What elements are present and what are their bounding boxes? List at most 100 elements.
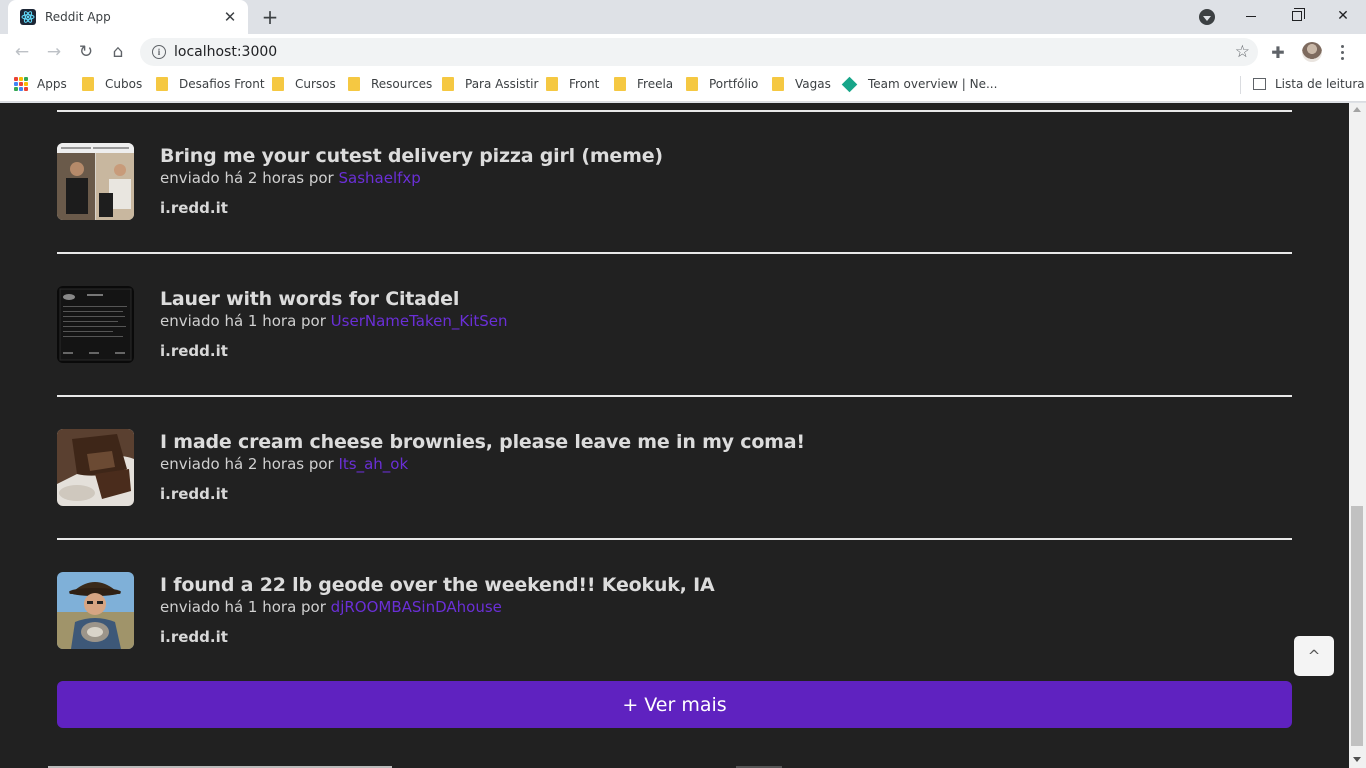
bookmark-label: Freela [637, 77, 674, 91]
bookmark-label: Portfólio [709, 77, 759, 91]
bookmark-folder[interactable]: Portfólio [686, 70, 758, 98]
extensions-puzzle-icon[interactable]: ✚ [1268, 42, 1288, 62]
post-domain: i.redd.it [160, 485, 228, 503]
post-author-link[interactable]: UserNameTaken_KitSen [331, 312, 508, 330]
folder-icon [772, 77, 784, 91]
bookmark-label: Cubos [105, 77, 143, 91]
see-more-button[interactable]: + Ver mais [57, 681, 1292, 728]
forward-arrow-icon[interactable]: → [40, 38, 68, 66]
more-menu-icon[interactable] [1334, 42, 1350, 62]
reload-icon[interactable]: ↻ [72, 38, 100, 66]
bookmark-folder[interactable]: Freela [614, 70, 673, 98]
scrollbar-thumb[interactable] [1351, 506, 1363, 746]
bookmark-label: Cursos [295, 77, 336, 91]
bookmarks-separator [1240, 76, 1241, 94]
post-meta: enviado há 1 hora por djROOMBASinDAhouse [160, 598, 502, 616]
post-title[interactable]: I found a 22 lb geode over the weekend!!… [160, 574, 715, 596]
post-meta: enviado há 2 horas por Its_ah_ok [160, 455, 408, 473]
post-divider [57, 110, 1292, 112]
bookmark-label: Resources [371, 77, 433, 91]
browser-toolbar: ← → ↻ ⌂ i localhost:3000 ☆ ✚ [0, 34, 1366, 70]
restore-icon [1292, 8, 1305, 21]
folder-icon [82, 77, 94, 91]
post-thumbnail[interactable] [57, 429, 134, 506]
close-window-button[interactable]: ✕ [1320, 0, 1366, 32]
close-tab-icon[interactable]: ✕ [222, 9, 238, 25]
post-domain: i.redd.it [160, 342, 228, 360]
post-title[interactable]: Bring me your cutest delivery pizza girl… [160, 145, 663, 167]
post-thumbnail[interactable] [57, 572, 134, 649]
post-divider [57, 252, 1292, 254]
reading-list-icon [1253, 78, 1266, 90]
diamond-icon [841, 76, 858, 92]
post-author-link[interactable]: Sashaelfxp [338, 169, 420, 187]
bookmark-label: Front [569, 77, 600, 91]
site-info-icon[interactable]: i [152, 45, 166, 59]
url-text: localhost:3000 [174, 44, 278, 60]
page-scrollbar[interactable] [1349, 103, 1366, 768]
minimize-button[interactable] [1228, 0, 1274, 32]
bookmark-folder[interactable]: Para Assistir [442, 70, 538, 98]
tab-strip: Reddit App ✕ + ✕ [0, 0, 1366, 34]
post-meta-prefix: enviado há 1 hora por [160, 312, 331, 330]
profile-avatar[interactable] [1302, 42, 1322, 62]
bookmark-label: Para Assistir [465, 77, 539, 91]
restore-button[interactable] [1274, 0, 1320, 32]
bookmark-star-icon[interactable]: ☆ [1235, 42, 1250, 62]
folder-icon [348, 77, 360, 91]
post-meta: enviado há 1 hora por UserNameTaken_KitS… [160, 312, 508, 330]
post-item[interactable]: Lauer with words for Citadel enviado há … [57, 286, 1292, 366]
bookmarks-bar: Apps Cubos Desafios Front Cursos Resourc… [0, 70, 1366, 102]
folder-icon [614, 77, 626, 91]
post-author-link[interactable]: Its_ah_ok [338, 455, 408, 473]
home-icon[interactable]: ⌂ [104, 38, 132, 66]
post-domain: i.redd.it [160, 199, 228, 217]
scroll-down-arrow-icon[interactable] [1353, 757, 1361, 762]
tab-title: Reddit App [45, 10, 111, 24]
new-tab-button[interactable]: + [259, 6, 281, 28]
tab-search-icon[interactable] [1199, 9, 1215, 25]
post-domain: i.redd.it [160, 628, 228, 646]
post-title[interactable]: I made cream cheese brownies, please lea… [160, 431, 805, 453]
folder-icon [546, 77, 558, 91]
scroll-to-top-button[interactable]: ^ [1294, 636, 1334, 676]
post-divider [57, 538, 1292, 540]
bookmark-folder[interactable]: Vagas [772, 70, 831, 98]
post-meta: enviado há 2 horas por Sashaelfxp [160, 169, 421, 187]
post-title[interactable]: Lauer with words for Citadel [160, 288, 459, 310]
address-bar[interactable]: i localhost:3000 ☆ [140, 38, 1258, 66]
bookmark-label: Vagas [795, 77, 831, 91]
bookmark-folder[interactable]: Desafios Front [156, 70, 265, 98]
bookmark-label: Apps [37, 77, 67, 91]
minimize-icon [1246, 15, 1256, 17]
post-author-link[interactable]: djROOMBASinDAhouse [331, 598, 502, 616]
post-item[interactable]: Bring me your cutest delivery pizza girl… [57, 143, 1292, 223]
post-item[interactable]: I found a 22 lb geode over the weekend!!… [57, 572, 1292, 652]
post-meta-prefix: enviado há 1 hora por [160, 598, 331, 616]
folder-icon [442, 77, 454, 91]
reading-list-label: Lista de leitura [1275, 77, 1365, 91]
back-arrow-icon[interactable]: ← [8, 38, 36, 66]
folder-icon [272, 77, 284, 91]
folder-icon [686, 77, 698, 91]
bookmark-folder[interactable]: Cursos [272, 70, 336, 98]
bookmark-apps[interactable]: Apps [14, 70, 67, 98]
bookmark-team-overview[interactable]: Team overview | Ne... [841, 70, 997, 98]
react-icon [20, 9, 36, 25]
browser-tab[interactable]: Reddit App ✕ [8, 0, 248, 34]
bookmark-folder[interactable]: Resources [348, 70, 432, 98]
post-thumbnail[interactable] [57, 143, 134, 220]
post-item[interactable]: I made cream cheese brownies, please lea… [57, 429, 1292, 509]
apps-grid-icon [14, 77, 28, 91]
bookmark-folder[interactable]: Front [546, 70, 599, 98]
bookmark-folder[interactable]: Cubos [82, 70, 142, 98]
bookmark-label: Desafios Front [179, 77, 265, 91]
scroll-up-arrow-icon[interactable] [1353, 107, 1361, 112]
post-meta-prefix: enviado há 2 horas por [160, 169, 339, 187]
page-content: Bring me your cutest delivery pizza girl… [0, 103, 1349, 768]
reading-list-button[interactable]: Lista de leitura [1253, 70, 1365, 98]
post-thumbnail[interactable] [57, 286, 134, 363]
post-meta-prefix: enviado há 2 horas por [160, 455, 339, 473]
post-divider [57, 395, 1292, 397]
folder-icon [156, 77, 168, 91]
